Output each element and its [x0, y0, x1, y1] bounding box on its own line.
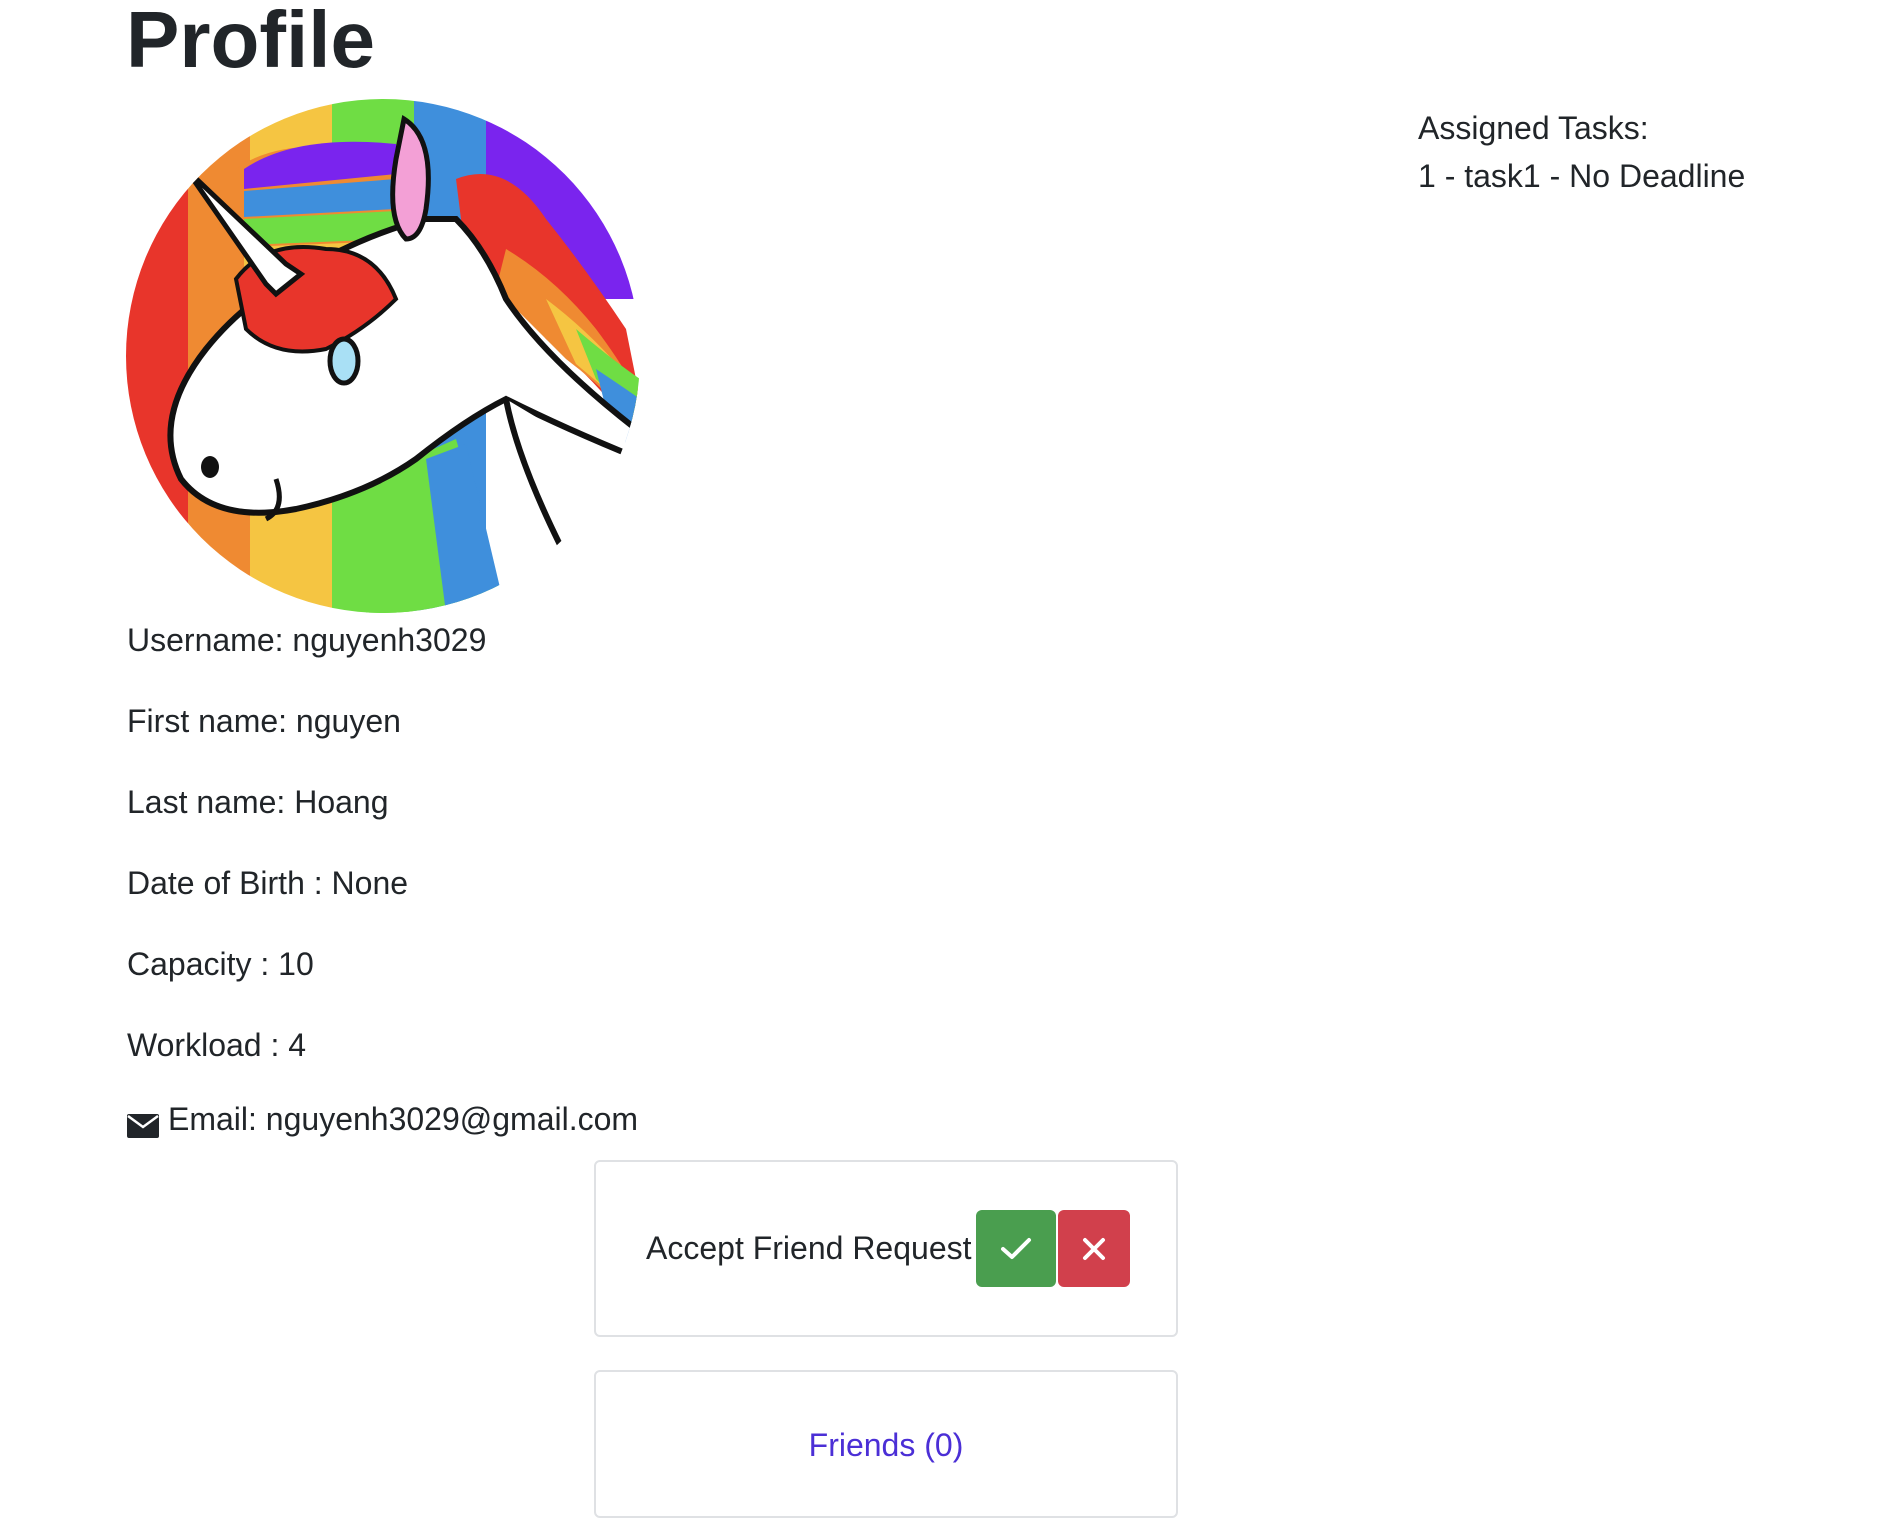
friends-link[interactable]: Friends (0)	[596, 1425, 1176, 1465]
assigned-tasks-heading: Assigned Tasks:	[1418, 110, 1649, 146]
friends-card: Friends (0)	[594, 1370, 1178, 1518]
capacity-field: Capacity : 10	[127, 946, 314, 982]
username-field: Username: nguyenh3029	[127, 622, 487, 658]
first-name-field: First name: nguyen	[127, 703, 401, 739]
workload-field: Workload : 4	[127, 1027, 307, 1063]
envelope-icon	[127, 1107, 159, 1138]
page-title: Profile	[126, 0, 375, 84]
profile-page: Profile Username: nguyenh3029 First name…	[0, 0, 1888, 1534]
check-icon	[1001, 1237, 1031, 1259]
assigned-tasks: Assigned Tasks: 1 - task1 - No Deadline	[1418, 104, 1745, 200]
close-icon	[1083, 1237, 1105, 1260]
task-item: 1 - task1 - No Deadline	[1418, 158, 1746, 194]
unicorn-avatar-icon	[126, 99, 640, 613]
dob-field: Date of Birth : None	[127, 865, 409, 901]
last-name-field: Last name: Hoang	[127, 784, 389, 820]
friend-request-card: Accept Friend Request	[594, 1160, 1178, 1337]
friend-request-label: Accept Friend Request	[646, 1230, 972, 1266]
accept-request-button[interactable]	[976, 1210, 1056, 1287]
email-field: Email: nguyenh3029@gmail.com	[168, 1101, 639, 1137]
avatar	[126, 99, 640, 613]
email-row: Email: nguyenh3029@gmail.com	[127, 1099, 638, 1139]
reject-request-button[interactable]	[1058, 1210, 1130, 1287]
